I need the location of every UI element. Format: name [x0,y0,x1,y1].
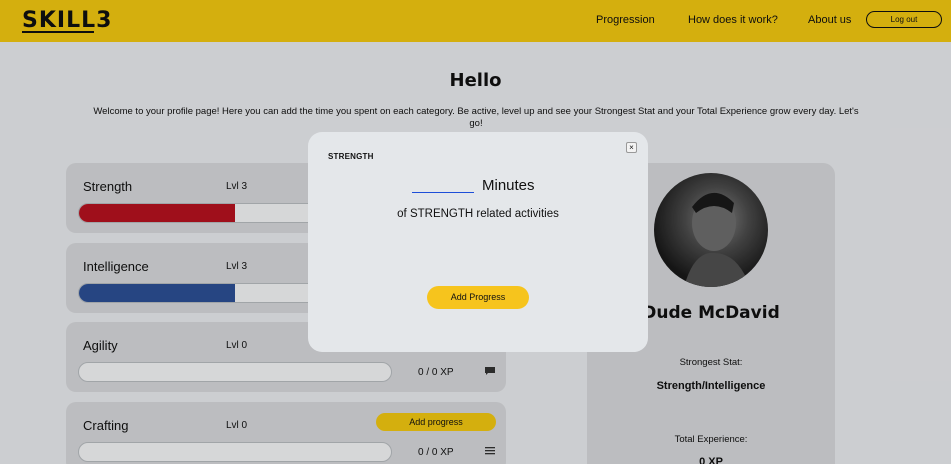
add-progress-modal: STRENGTH × Minutes of STRENGTH related a… [308,132,648,352]
minutes-input[interactable] [412,177,474,193]
minutes-label: Minutes [482,177,535,194]
add-progress-submit-button[interactable]: Add Progress [427,286,529,309]
close-button[interactable]: × [626,142,637,153]
modal-subtitle: of STRENGTH related activities [397,208,559,220]
modal-title: STRENGTH [328,152,374,161]
